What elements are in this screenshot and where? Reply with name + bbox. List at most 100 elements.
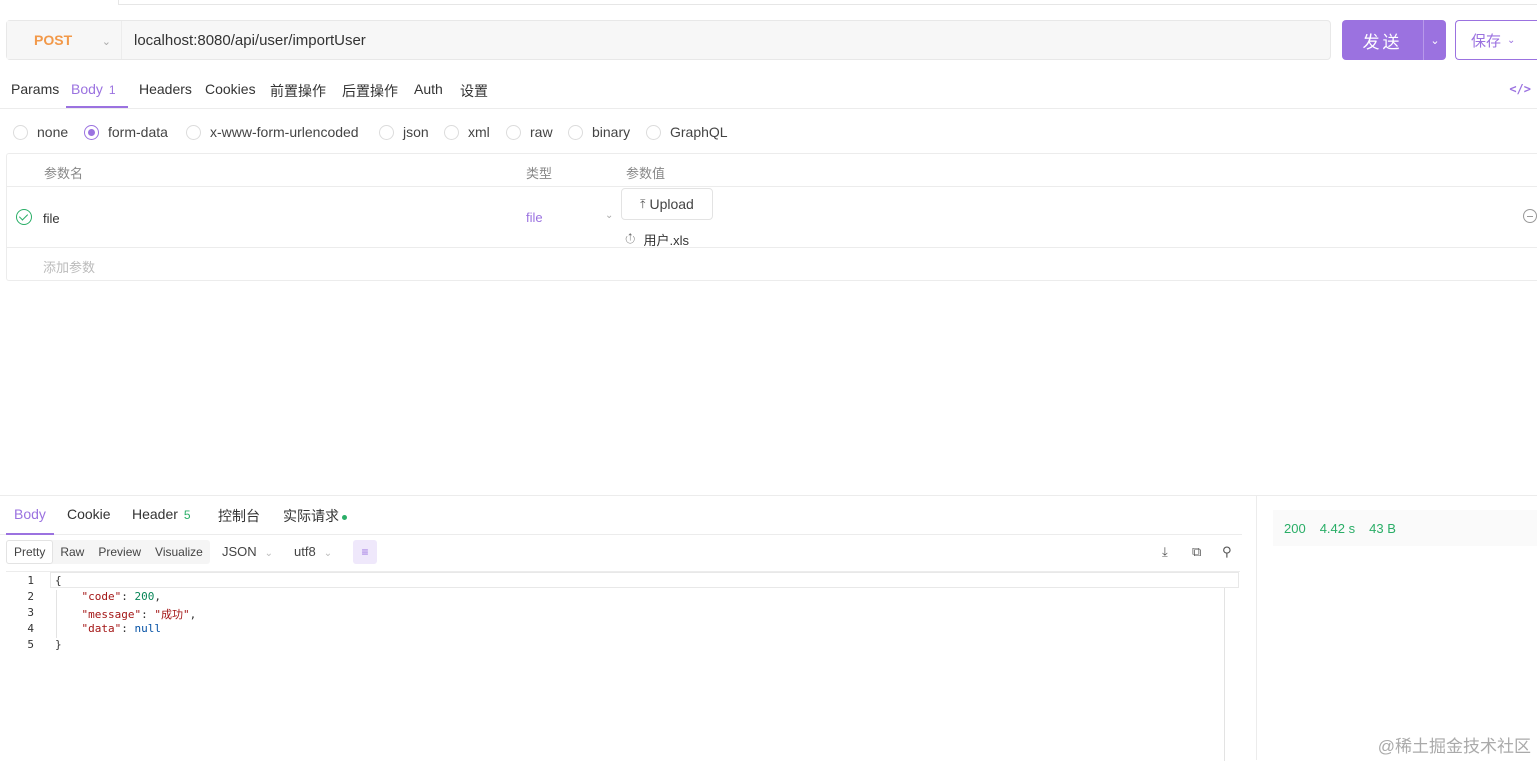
save-button[interactable]: 保存 ⌄	[1455, 20, 1537, 60]
chevron-down-icon: ⌄	[323, 548, 333, 559]
radio-none[interactable]: none	[13, 124, 68, 140]
attached-file: ⎋ 用户.xls	[622, 230, 689, 249]
tab-settings[interactable]: 设置	[460, 81, 488, 101]
radio-label: xml	[468, 124, 490, 140]
response-status: 200 4.42 s 43 B	[1273, 510, 1537, 546]
radio-binary[interactable]: binary	[568, 124, 630, 140]
json-value: 200	[134, 590, 155, 603]
wrap-lines-icon[interactable]: ≡	[353, 540, 377, 564]
radio-raw[interactable]: raw	[506, 124, 553, 140]
code-line: "code": 200,	[81, 590, 162, 603]
body-type-radios: none form-data x-www-form-urlencoded jso…	[0, 118, 1537, 148]
search-icon[interactable]: ⚲	[1222, 544, 1232, 560]
encoding-select[interactable]: utf8 ⌄	[294, 544, 332, 559]
chevron-down-icon: ⌄	[1507, 34, 1516, 46]
top-strip	[0, 0, 1537, 6]
table-row: file file ⌄ ⤒ Upload ⎋ 用户.xls	[7, 187, 1537, 248]
section-divider	[0, 495, 1537, 496]
resp-tab-body[interactable]: Body	[14, 506, 46, 522]
param-name[interactable]: file	[43, 211, 60, 226]
json-value: "成功"	[154, 608, 190, 621]
tab-label: 后置操作	[342, 83, 398, 99]
param-type-select[interactable]: file	[526, 210, 543, 225]
active-tab-indicator	[6, 533, 54, 535]
tab-params[interactable]: Params	[11, 81, 59, 97]
radio-circle	[568, 124, 583, 140]
response-time: 4.42 s	[1319, 520, 1356, 536]
radio-xml[interactable]: xml	[444, 124, 490, 140]
resp-tab-console[interactable]: 控制台	[218, 506, 260, 526]
current-line-highlight	[50, 572, 1239, 588]
radio-label: json	[403, 124, 429, 140]
line-gutter: 1 2 3 4 5	[6, 572, 48, 761]
line-number: 5	[27, 638, 34, 651]
tab-post-operations[interactable]: 后置操作	[342, 81, 398, 101]
tab-label: Header	[132, 506, 178, 522]
send-button[interactable]: 发送 ⌄	[1342, 20, 1446, 60]
method-select[interactable]: POST ⌄	[7, 21, 122, 59]
tab-cookies[interactable]: Cookies	[205, 81, 256, 97]
tab-label: Auth	[414, 81, 443, 97]
code-line: "data": null	[81, 622, 162, 635]
language-label: JSON	[222, 544, 257, 559]
radio-circle	[186, 124, 201, 140]
radio-label: binary	[592, 124, 631, 140]
language-select[interactable]: JSON ⌄	[222, 544, 273, 559]
format-pretty[interactable]: Pretty	[6, 540, 54, 564]
upload-label: Upload	[649, 196, 694, 212]
column-header-value: 参数值	[626, 166, 666, 181]
chevron-down-icon[interactable]: ⌄	[605, 210, 613, 221]
resp-tab-cookie[interactable]: Cookie	[67, 506, 111, 522]
resp-tab-divider	[0, 534, 1242, 535]
upload-icon: ⤒	[640, 196, 646, 211]
resp-tab-actual-request[interactable]: 实际请求	[283, 506, 347, 526]
download-icon[interactable]: ⤓	[1162, 544, 1168, 560]
url-bar: POST ⌄ localhost:8080/api/user/importUse…	[6, 20, 1331, 60]
radio-label: GraphQL	[670, 124, 728, 140]
radio-circle	[444, 124, 459, 140]
status-code: 200	[1284, 520, 1306, 536]
top-divider	[118, 4, 1537, 5]
add-param-input[interactable]: 添加参数	[43, 257, 95, 276]
method-label: POST	[34, 32, 73, 48]
tab-body[interactable]: Body 1	[71, 81, 116, 97]
upload-button[interactable]: ⤒ Upload	[621, 188, 713, 220]
tab-headers[interactable]: Headers	[139, 81, 192, 97]
chevron-down-icon: ⌄	[264, 548, 274, 559]
tab-badge: 1	[108, 83, 116, 97]
code-line: }	[55, 638, 62, 651]
check-circle-icon[interactable]	[16, 209, 32, 225]
tab-label: Body	[71, 81, 103, 97]
tab-pre-operations[interactable]: 前置操作	[270, 81, 326, 101]
radio-json[interactable]: json	[379, 124, 429, 140]
line-number: 3	[27, 606, 34, 619]
tab-auth[interactable]: Auth	[414, 81, 443, 97]
params-table: 参数名 类型 参数值 file file ⌄ ⤒ Upload ⎋ 用户.xls…	[6, 153, 1537, 281]
remove-circle-icon[interactable]	[1523, 209, 1537, 223]
code-icon[interactable]: </>	[1509, 82, 1531, 96]
watermark: @稀土掘金技术社区	[1377, 737, 1531, 756]
radio-x-www-form-urlencoded[interactable]: x-www-form-urlencoded	[186, 124, 359, 140]
copy-icon[interactable]: ⧉	[1192, 544, 1201, 560]
scrollbar[interactable]	[1224, 588, 1225, 761]
response-editor[interactable]: 1 2 3 4 5 { "code": 200, "message": "成功"…	[6, 571, 1240, 761]
radio-circle	[506, 124, 521, 140]
tab-label: Headers	[139, 81, 192, 97]
radio-form-data[interactable]: form-data	[84, 124, 168, 140]
format-toggle: Pretty Raw Preview Visualize	[6, 540, 210, 564]
tab-label: 控制台	[218, 508, 260, 524]
radio-label: none	[37, 124, 69, 140]
format-preview[interactable]: Preview	[91, 540, 148, 564]
send-dropdown-chevron-icon[interactable]: ⌄	[1424, 34, 1446, 47]
request-tabs: Params Body 1 Headers Cookies 前置操作 后置操作 A…	[0, 70, 1537, 109]
format-raw[interactable]: Raw	[53, 540, 91, 564]
encoding-label: utf8	[294, 544, 316, 559]
format-visualize[interactable]: Visualize	[148, 540, 210, 564]
active-tab-indicator	[66, 106, 128, 108]
radio-graphql[interactable]: GraphQL	[646, 124, 728, 140]
brace: }	[55, 638, 62, 651]
tab-label: Body	[14, 506, 46, 522]
resp-tab-header[interactable]: Header 5	[132, 506, 191, 522]
line-number: 4	[27, 622, 34, 635]
url-input[interactable]: localhost:8080/api/user/importUser	[122, 31, 366, 49]
